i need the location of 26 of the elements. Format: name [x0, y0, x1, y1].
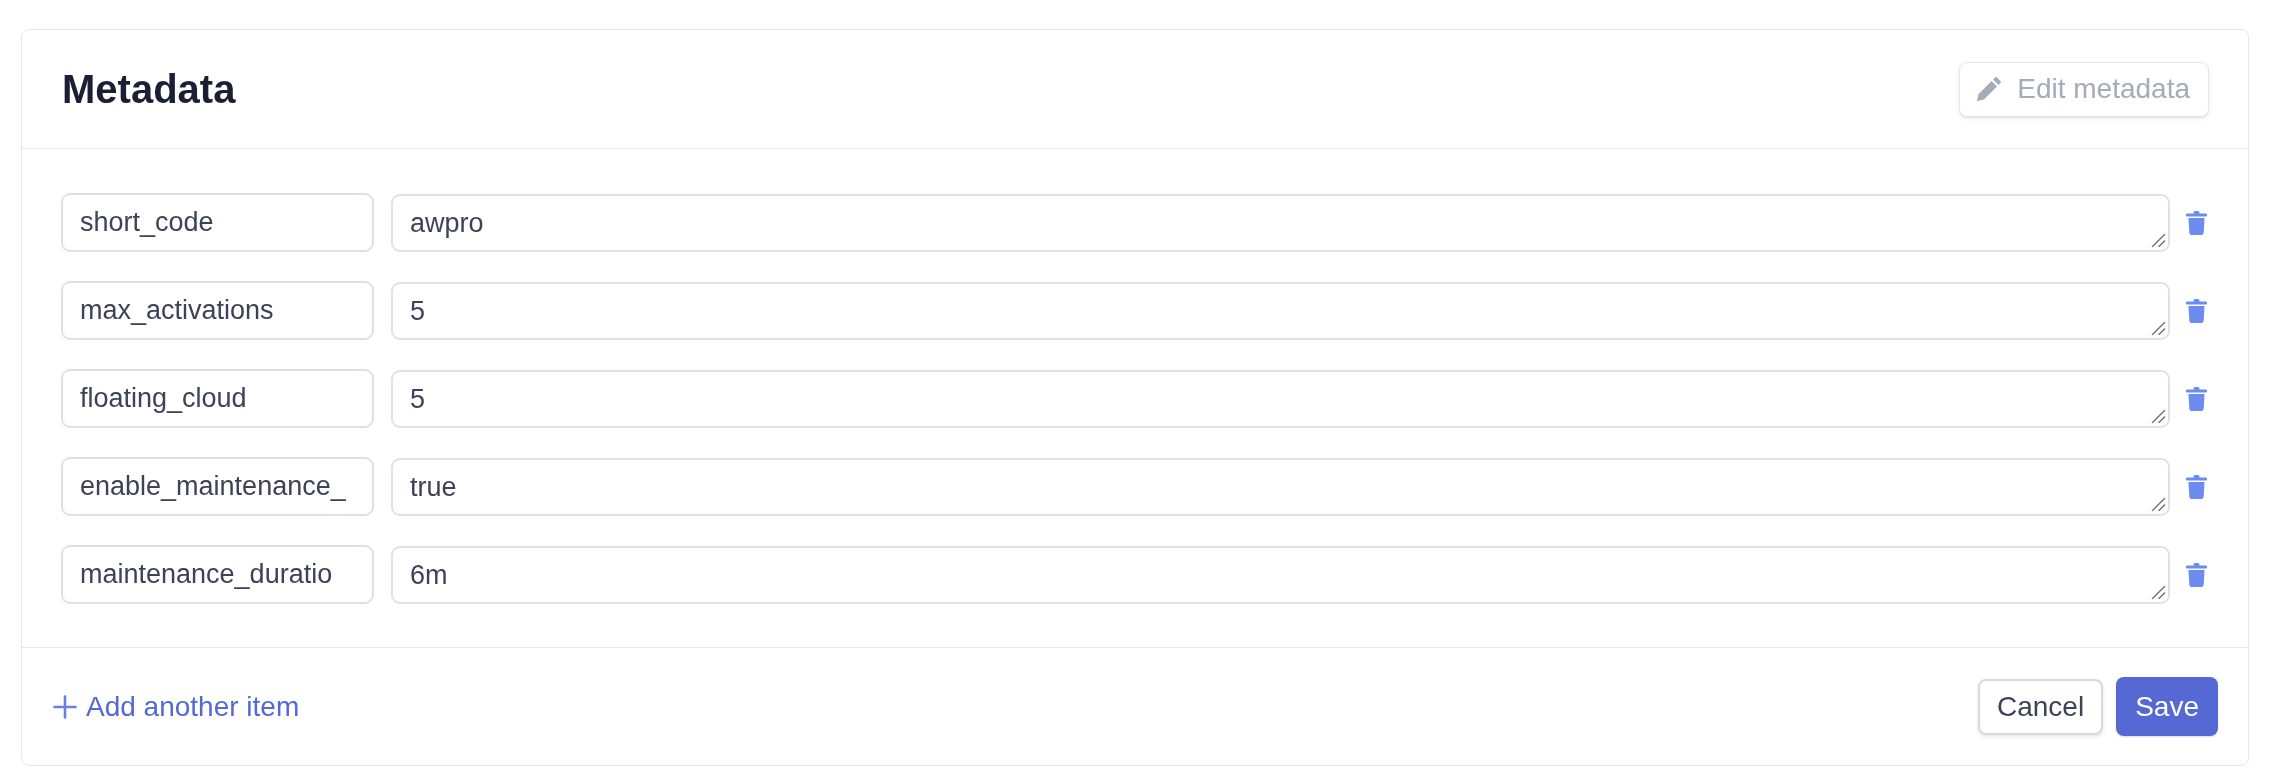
trash-icon[interactable]: [2186, 210, 2207, 235]
value-field[interactable]: awpro: [391, 193, 2170, 252]
key-field[interactable]: enable_maintenance_: [61, 457, 374, 516]
resize-grip-icon[interactable]: [2151, 232, 2165, 247]
trash-icon[interactable]: [2186, 562, 2207, 587]
trash-icon[interactable]: [2186, 298, 2207, 323]
key-field[interactable]: floating_cloud: [61, 369, 374, 428]
key-field[interactable]: max_activations: [61, 281, 374, 340]
trash-icon[interactable]: [2186, 474, 2207, 499]
card-title: Metadata: [62, 66, 236, 113]
trash-icon[interactable]: [2186, 386, 2207, 411]
resize-grip-icon[interactable]: [2151, 584, 2165, 599]
pencil-icon: [1977, 77, 2002, 101]
value-field[interactable]: 5: [391, 369, 2170, 428]
plus-icon: [53, 694, 77, 719]
key-field[interactable]: short_code: [61, 193, 374, 252]
value-field[interactable]: 6m: [391, 545, 2170, 604]
cancel-button[interactable]: Cancel: [1978, 678, 2104, 735]
resize-grip-icon[interactable]: [2151, 320, 2165, 335]
resize-grip-icon[interactable]: [2151, 408, 2165, 423]
value-field[interactable]: 5: [391, 281, 2170, 340]
add-item-link[interactable]: Add another item: [53, 690, 300, 723]
value-field[interactable]: true: [391, 457, 2170, 516]
key-field[interactable]: maintenance_duratio: [61, 545, 374, 604]
resize-grip-icon[interactable]: [2151, 496, 2165, 511]
save-button[interactable]: Save: [2116, 677, 2218, 736]
